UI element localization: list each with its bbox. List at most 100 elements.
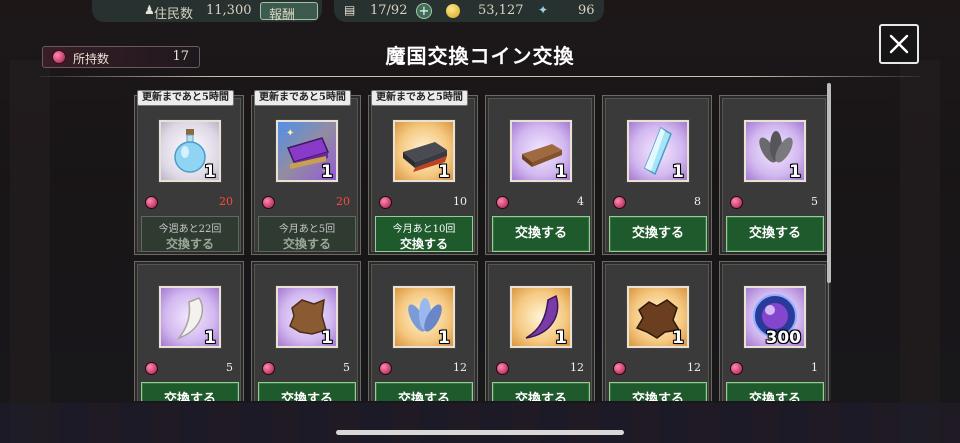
report-button[interactable]: 報酬 — [260, 2, 318, 23]
item-card: 1 5 交換する — [251, 261, 361, 401]
exchange-button[interactable]: 交換する — [141, 382, 239, 401]
item-card: 1 5 交換する — [719, 95, 829, 255]
item-icon-frame[interactable]: 1 — [744, 120, 806, 182]
exchange-limit-text: 今週あと22回 — [158, 224, 222, 235]
exchange-button[interactable]: 交換する — [375, 382, 473, 401]
item-quantity: 1 — [321, 162, 333, 182]
coin-cost-icon — [379, 196, 392, 209]
crystal-icon: ✦ — [538, 3, 549, 17]
coin-cost-icon — [262, 362, 275, 375]
item-icon-frame[interactable]: 1 — [276, 286, 338, 348]
item-quantity: 1 — [204, 162, 216, 182]
refresh-timer-badge: 更新まであと5時間 — [371, 90, 468, 106]
item-card: 1 8 交換する — [602, 95, 712, 255]
coin-cost-icon — [145, 362, 158, 375]
residents-value: 11,300 — [206, 3, 252, 18]
exchange-button[interactable]: 交換する — [609, 216, 707, 252]
item-card: 更新まであと5時間 ✦ ✦ 1 20 今月あと5回 交換する — [251, 90, 361, 255]
coin-cost-icon — [730, 196, 743, 209]
item-quantity: 1 — [438, 162, 450, 182]
refresh-timer-badge: 更新まであと5時間 — [254, 90, 351, 106]
coin-cost-icon — [145, 196, 158, 209]
exchange-button[interactable]: 交換する — [726, 216, 824, 252]
exchange-coin-icon — [52, 50, 66, 64]
exchange-limit-text: 今月あと5回 — [278, 224, 336, 235]
coin-cost-icon — [496, 362, 509, 375]
item-quantity: 1 — [555, 162, 567, 182]
coin-cost-icon — [379, 362, 392, 375]
scrollbar-thumb[interactable] — [827, 83, 831, 283]
coin-cost-icon — [730, 362, 743, 375]
item-icon-frame[interactable]: 1 — [393, 286, 455, 348]
item-cost: 1 — [811, 361, 818, 374]
report-label: 報酬 — [269, 8, 296, 23]
item-card: 更新まであと5時間 1 10 今月あと10回 交換する — [368, 90, 478, 255]
item-cost: 20 — [219, 195, 233, 208]
item-icon-frame[interactable]: 1 — [159, 286, 221, 348]
crystals-value: 96 — [578, 3, 595, 18]
item-cost: 20 — [336, 195, 350, 208]
residents-label: 住民数 — [154, 7, 194, 22]
exchange-limit-text: 今月あと10回 — [392, 224, 456, 235]
item-cost: 8 — [694, 195, 701, 208]
item-cost: 12 — [453, 361, 467, 374]
item-icon-frame[interactable]: 1 — [393, 120, 455, 182]
item-card: 1 4 交換する — [485, 95, 595, 255]
item-icon-frame[interactable]: 300 — [744, 286, 806, 348]
svg-text:✦: ✦ — [286, 128, 294, 139]
home-indicator[interactable] — [336, 430, 624, 435]
holding-value: 17 — [172, 49, 189, 64]
item-card: 1 12 交換する — [368, 261, 478, 401]
grid-scrollbar[interactable] — [827, 83, 831, 401]
item-cost: 10 — [453, 195, 467, 208]
exchange-item-grid: 更新まであと5時間 1 20 今週あと22回 交換する 更新まであと5時間 ✦ … — [131, 83, 831, 401]
exchange-button[interactable]: 交換する — [492, 382, 590, 401]
close-button[interactable] — [879, 24, 919, 64]
exchange-button[interactable]: 交換する — [492, 216, 590, 252]
gold-value: 53,127 — [478, 3, 524, 18]
item-quantity: 300 — [765, 328, 802, 348]
item-quantity: 1 — [789, 162, 801, 182]
close-icon — [889, 34, 909, 54]
coin-cost-icon — [613, 196, 626, 209]
item-quantity: 1 — [672, 162, 684, 182]
item-card: 1 12 交換する — [602, 261, 712, 401]
exchange-button-label: 交換する — [282, 237, 331, 251]
exchange-button-disabled: 今月あと5回 交換する — [258, 216, 356, 252]
item-card: 300 1 交換する — [719, 261, 829, 401]
building-icon: ▤ — [344, 3, 356, 17]
coin-cost-icon — [262, 196, 275, 209]
exchange-button[interactable]: 交換する — [258, 382, 356, 401]
item-card: 1 5 交換する — [134, 261, 244, 401]
exchange-button-label: 交換する — [165, 237, 214, 251]
gold-coin-icon — [446, 4, 460, 18]
exchange-button[interactable]: 今月あと10回 交換する — [375, 216, 473, 252]
refresh-timer-badge: 更新まであと5時間 — [137, 90, 234, 106]
item-quantity: 1 — [555, 328, 567, 348]
exchange-button-disabled: 今週あと22回 交換する — [141, 216, 239, 252]
item-cost: 5 — [811, 195, 818, 208]
item-quantity: 1 — [321, 328, 333, 348]
item-card: 更新まであと5時間 1 20 今週あと22回 交換する — [134, 90, 244, 255]
top-hud: ♟ 住民数 11,300 報酬 ▤ 17/92 + 53,127 ✦ 96 — [0, 0, 960, 23]
item-icon-frame[interactable]: 1 — [510, 286, 572, 348]
item-icon-frame[interactable]: ✦ ✦ 1 — [276, 120, 338, 182]
exchange-button[interactable]: 交換する — [726, 382, 824, 401]
item-quantity: 1 — [438, 328, 450, 348]
coin-cost-icon — [496, 196, 509, 209]
item-icon-frame[interactable]: 1 — [627, 120, 689, 182]
item-cost: 12 — [570, 361, 584, 374]
exchange-button-label: 交換する — [399, 237, 448, 251]
item-icon-frame[interactable]: 1 — [627, 286, 689, 348]
capacity-value: 17/92 — [370, 3, 408, 18]
page-title: 魔国交換コイン交換 — [385, 44, 575, 68]
item-card: 1 12 交換する — [485, 261, 595, 401]
item-icon-frame[interactable]: 1 — [510, 120, 572, 182]
capacity-plus-button[interactable]: + — [416, 3, 432, 19]
item-quantity: 1 — [204, 328, 216, 348]
item-cost: 12 — [687, 361, 701, 374]
title-divider — [40, 76, 920, 77]
item-cost: 5 — [226, 361, 233, 374]
item-icon-frame[interactable]: 1 — [159, 120, 221, 182]
exchange-button[interactable]: 交換する — [609, 382, 707, 401]
